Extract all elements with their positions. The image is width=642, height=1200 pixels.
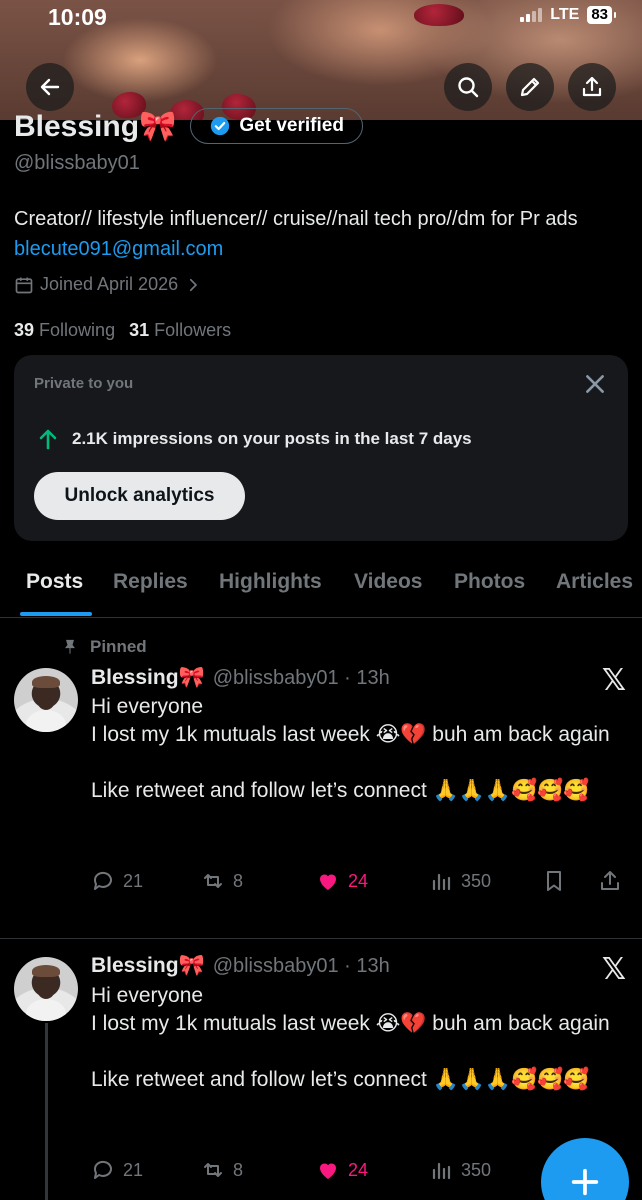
tab-highlights[interactable]: Highlights: [219, 570, 322, 594]
arrow-up-icon: [39, 429, 57, 450]
post-item[interactable]: Pinned Blessing🎀 @blissbaby01 · 13h 𝕏 Hi…: [0, 637, 642, 937]
followers-link[interactable]: 31 Followers: [129, 320, 231, 341]
network-label: LTE: [550, 6, 580, 23]
banner-detail: [414, 4, 464, 26]
pin-icon: [65, 639, 75, 654]
joined-label: Joined April 2026: [40, 274, 179, 294]
following-label: Following: [39, 320, 116, 340]
status-indicators: LTE 83: [520, 6, 616, 24]
display-name: Blessing🎀: [14, 109, 177, 143]
post-author-meta: @blissbaby01 · 13h: [212, 667, 390, 689]
profile-bio: Creator// lifestyle influencer// cruise/…: [14, 204, 634, 264]
repost-button[interactable]: 8: [201, 1158, 243, 1182]
heart-filled-icon: [320, 874, 336, 890]
repost-button[interactable]: 8: [201, 869, 243, 893]
reply-icon: [93, 1160, 112, 1179]
reply-button[interactable]: 21: [91, 869, 143, 893]
active-tab-indicator: [20, 612, 92, 616]
bookmark-button[interactable]: [542, 869, 566, 893]
verified-badge-icon: [211, 116, 230, 136]
reply-button[interactable]: 21: [91, 1158, 143, 1182]
signal-icon: [520, 8, 543, 22]
impressions-text: 2.1K impressions on your posts in the la…: [72, 429, 472, 448]
follow-stats: 39 Following 31 Followers: [14, 320, 231, 341]
post-text: Hi everyone I lost my 1k mutuals last we…: [91, 984, 610, 1091]
following-link[interactable]: 39 Following: [14, 320, 115, 341]
repost-icon: [204, 874, 222, 888]
following-count: 39: [14, 320, 35, 340]
avatar[interactable]: [14, 668, 78, 732]
back-button[interactable]: [26, 63, 74, 111]
unlock-analytics-button[interactable]: Unlock analytics: [34, 472, 245, 520]
status-time: 10:09: [48, 4, 107, 30]
post-author-meta: @blissbaby01 · 13h: [212, 955, 390, 977]
bio-text: Creator// lifestyle influencer// cruise/…: [14, 208, 578, 230]
repost-icon: [204, 1163, 222, 1177]
profile-handle: @blissbaby01: [14, 152, 140, 174]
battery-icon: 83: [587, 6, 616, 24]
plus-icon: [571, 1168, 599, 1196]
impressions-summary: 2.1K impressions on your posts in the la…: [36, 427, 472, 451]
close-icon[interactable]: [582, 371, 608, 397]
tab-replies[interactable]: Replies: [113, 570, 188, 594]
thread-line: [45, 1023, 48, 1200]
share-post-button[interactable]: [598, 869, 622, 893]
tab-photos[interactable]: Photos: [454, 570, 525, 594]
view-count: 350: [461, 1159, 492, 1180]
tab-posts[interactable]: Posts: [26, 570, 83, 594]
like-button[interactable]: 24: [316, 869, 368, 893]
card-title: Private to you: [34, 375, 134, 392]
bio-email-link[interactable]: blecute091@gmail.com: [14, 238, 223, 260]
share-icon: [582, 76, 602, 97]
view-count: 350: [461, 870, 492, 891]
reply-count: 21: [123, 1159, 144, 1180]
followers-label: Followers: [154, 320, 232, 340]
pencil-icon: [520, 77, 540, 97]
views-button[interactable]: 350: [429, 1158, 491, 1182]
post-author-name[interactable]: Blessing🎀: [91, 666, 205, 690]
post-author-name[interactable]: Blessing🎀: [91, 954, 205, 978]
reply-icon: [93, 871, 112, 890]
share-icon: [601, 871, 619, 890]
search-icon: [458, 77, 479, 98]
post-header: Blessing🎀 @blissbaby01 · 13h: [91, 954, 390, 978]
analytics-icon: [432, 873, 451, 891]
profile-tabs: Posts Replies Highlights Videos Photos A…: [0, 560, 642, 618]
tab-videos[interactable]: Videos: [354, 570, 422, 594]
like-button[interactable]: 24: [316, 1158, 368, 1182]
profile-name-row: Blessing🎀 Get verified: [14, 108, 363, 144]
post-text: Hi everyone I lost my 1k mutuals last we…: [91, 695, 610, 802]
analytics-icon: [432, 1162, 451, 1180]
tab-articles[interactable]: Articles: [556, 570, 633, 594]
like-count: 24: [348, 1159, 369, 1180]
private-analytics-card: Private to you 2.1K impressions on your …: [14, 355, 628, 541]
post-header: Blessing🎀 @blissbaby01 · 13h: [91, 666, 390, 690]
calendar-icon: [15, 277, 33, 293]
followers-count: 31: [129, 320, 150, 340]
back-icon: [40, 78, 60, 96]
like-count: 24: [348, 870, 369, 891]
heart-filled-icon: [320, 1163, 336, 1179]
get-verified-button[interactable]: Get verified: [190, 108, 363, 144]
get-verified-label: Get verified: [239, 115, 344, 136]
views-button[interactable]: 350: [429, 869, 491, 893]
repost-count: 8: [233, 1159, 244, 1180]
bookmark-icon: [547, 871, 561, 891]
pinned-label: Pinned: [90, 637, 147, 656]
repost-count: 8: [233, 870, 244, 891]
pinned-indicator: Pinned: [62, 637, 147, 657]
avatar[interactable]: [14, 957, 78, 1021]
share-button[interactable]: [568, 63, 616, 111]
joined-date[interactable]: Joined April 2026: [14, 274, 202, 295]
chevron-right-icon: [190, 278, 198, 291]
search-button[interactable]: [444, 63, 492, 111]
reply-count: 21: [123, 870, 144, 891]
edit-button[interactable]: [506, 63, 554, 111]
post-actions: 21 8 24 350: [91, 869, 631, 899]
